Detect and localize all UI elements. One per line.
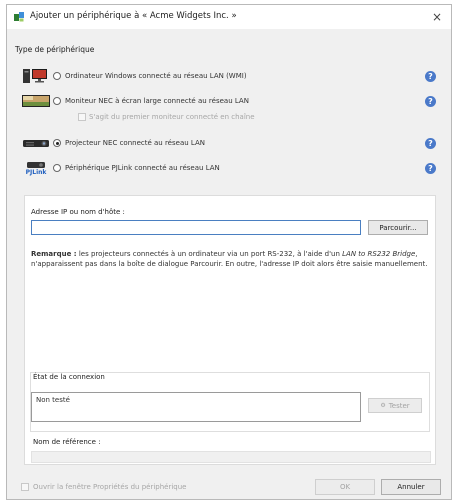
ok-button[interactable]: OK — [315, 479, 375, 495]
help-icon[interactable]: ? — [425, 96, 436, 107]
device-option-pjlink[interactable]: PJLink Périphérique PJLink connecté au r… — [22, 159, 220, 177]
remark-bold: Remarque : — [31, 250, 77, 258]
open-properties-label: Ouvrir la fenêtre Propriétés du périphér… — [33, 483, 187, 491]
device-radio-monitor[interactable] — [53, 97, 61, 105]
remark-text: Remarque : les projecteurs connectés à u… — [31, 250, 431, 269]
monitor-icon — [22, 93, 50, 109]
reference-name-input[interactable] — [31, 451, 431, 463]
device-radio-projector[interactable] — [53, 139, 61, 147]
device-option-windows-label: Ordinateur Windows connecté au réseau LA… — [65, 72, 247, 80]
help-icon[interactable]: ? — [425, 163, 436, 174]
help-icon[interactable]: ? — [425, 71, 436, 82]
add-device-dialog: Ajouter un périphérique à « Acme Widgets… — [6, 4, 452, 500]
device-option-windows[interactable]: Ordinateur Windows connecté au réseau LA… — [22, 67, 247, 85]
open-properties-checkbox[interactable] — [21, 483, 29, 491]
add-device-app-icon — [14, 12, 24, 22]
test-icon: ⚙ — [380, 402, 386, 409]
device-option-projector-label: Projecteur NEC connecté au réseau LAN — [65, 139, 205, 147]
test-button-label: Tester — [388, 401, 410, 410]
close-button[interactable]: × — [429, 9, 445, 25]
title-bar: Ajouter un périphérique à « Acme Widgets… — [7, 5, 451, 29]
pjlink-icon: PJLink — [22, 160, 50, 176]
browse-button[interactable]: Parcourir... — [368, 220, 428, 235]
window-title: Ajouter un périphérique à « Acme Widgets… — [30, 11, 237, 21]
reference-name-label: Nom de référence : — [33, 438, 101, 446]
daisy-chain-checkbox[interactable] — [78, 113, 86, 121]
projector-icon — [22, 135, 50, 151]
remark-part1: les projecteurs connectés à un ordinateu… — [76, 250, 343, 258]
device-option-monitor-label: Moniteur NEC à écran large connecté au r… — [65, 97, 249, 105]
computer-icon — [22, 68, 50, 84]
help-icon[interactable]: ? — [425, 138, 436, 149]
device-radio-windows[interactable] — [53, 72, 61, 80]
device-option-monitor[interactable]: Moniteur NEC à écran large connecté au r… — [22, 92, 249, 110]
test-button[interactable]: ⚙ Tester — [368, 398, 422, 413]
ip-address-input[interactable] — [31, 220, 361, 235]
pjlink-logo-text: PJLink — [25, 168, 47, 176]
daisy-chain-label: S'agit du premier moniteur connecté en c… — [89, 113, 255, 121]
connection-status-box: Non testé — [31, 392, 361, 422]
cancel-button[interactable]: Annuler — [381, 479, 441, 495]
connection-status-label: État de la connexion — [33, 373, 105, 381]
device-radio-pjlink[interactable] — [53, 164, 61, 172]
device-option-pjlink-label: Périphérique PJLink connecté au réseau L… — [65, 164, 220, 172]
ip-address-label: Adresse IP ou nom d'hôte : — [31, 208, 125, 216]
device-option-projector[interactable]: Projecteur NEC connecté au réseau LAN — [22, 134, 205, 152]
remark-italic: LAN to RS232 Bridge — [342, 250, 416, 258]
device-type-label: Type de périphérique — [15, 45, 95, 54]
details-panel: Adresse IP ou nom d'hôte : Parcourir... … — [24, 195, 436, 465]
